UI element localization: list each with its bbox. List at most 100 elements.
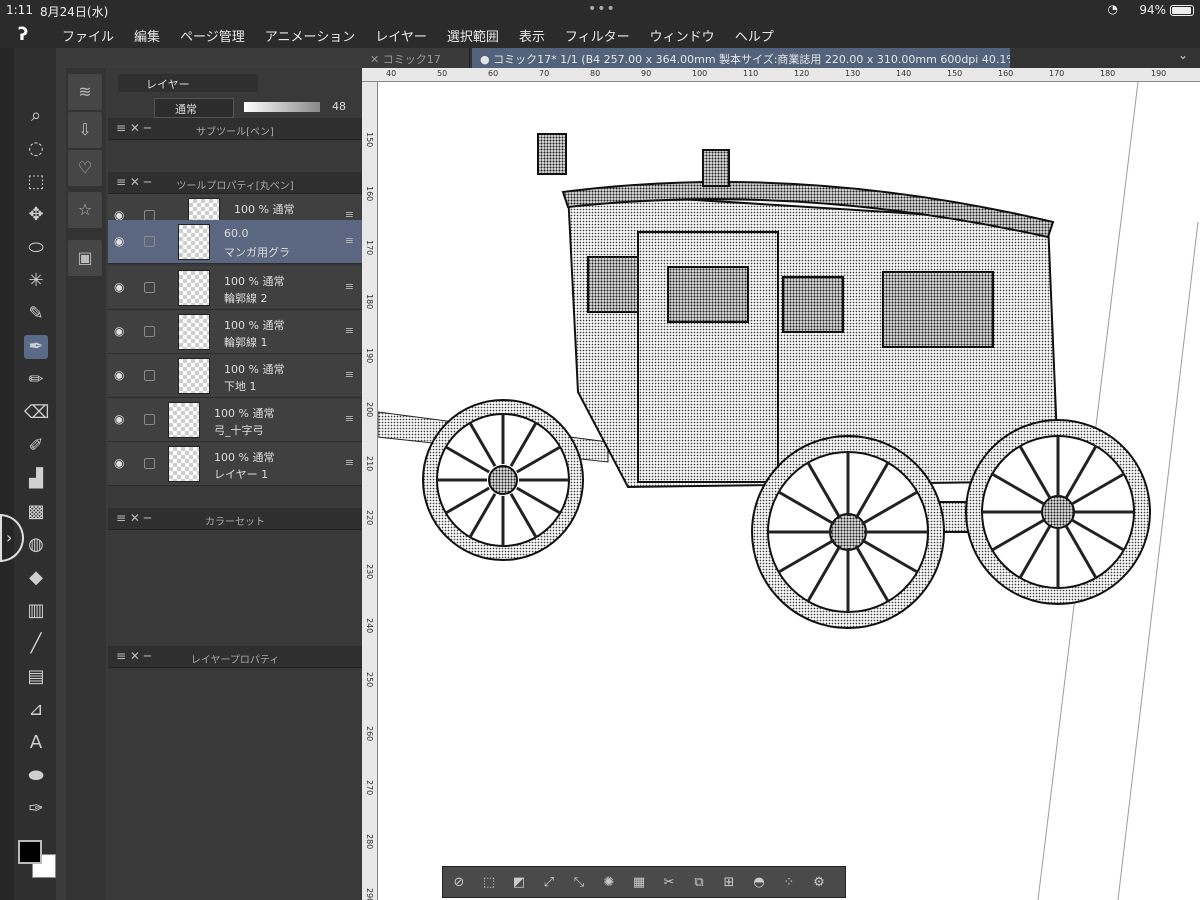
- subtool-panel-header[interactable]: ≡ ✕ ─ サブツール[ペン]: [108, 118, 362, 140]
- app-logo-icon[interactable]: ʔ: [18, 24, 38, 45]
- layer-menu-icon[interactable]: ≡: [345, 280, 354, 293]
- layer-row[interactable]: ◉ 100 % 通常 輪郭線 2 ≡: [108, 266, 362, 310]
- search-icon[interactable]: ⌕: [24, 104, 48, 128]
- deselect-icon[interactable]: ⊘: [449, 873, 469, 893]
- menu-item[interactable]: ウィンドウ: [650, 26, 715, 45]
- marquee-icon[interactable]: ⬭: [24, 236, 48, 260]
- menu-item[interactable]: ページ管理: [180, 26, 245, 45]
- layer-row[interactable]: ◉ 100 % 通常 弓_十字弓 ≡: [108, 398, 362, 442]
- ruler-tick-label: 290: [365, 888, 374, 900]
- layer-checkbox[interactable]: [144, 414, 155, 425]
- spread-icon[interactable]: ✺: [599, 873, 619, 893]
- layer-row[interactable]: ◉ 60.0 マンガ用グラ ≡: [108, 220, 362, 264]
- layer-menu-icon[interactable]: ≡: [345, 412, 354, 425]
- colorset-panel-header[interactable]: ≡ ✕ ─ カラーセット: [108, 508, 362, 530]
- menu-item[interactable]: 編集: [134, 26, 160, 45]
- opacity-value: 48: [332, 100, 346, 113]
- layer-row[interactable]: ◉ 100 % 通常 レイヤー 1 ≡: [108, 442, 362, 486]
- layer-checkbox[interactable]: [144, 282, 155, 293]
- menu-item[interactable]: アニメーション: [265, 26, 355, 45]
- chevron-down-icon[interactable]: ⌄: [1178, 48, 1188, 62]
- layer-checkbox[interactable]: [144, 370, 155, 381]
- text-icon[interactable]: A: [24, 731, 48, 755]
- layerprop-panel-header[interactable]: ≡ ✕ ─ レイヤープロパティ: [108, 646, 362, 668]
- eye-icon[interactable]: ◉: [114, 324, 124, 338]
- star-icon[interactable]: ☆: [68, 192, 102, 228]
- frame-icon[interactable]: ▤: [24, 665, 48, 689]
- layer-menu-icon[interactable]: ≡: [345, 368, 354, 381]
- layer-thumbnail: [168, 402, 200, 438]
- menu-item[interactable]: 表示: [519, 26, 545, 45]
- carriage-illustration: [378, 82, 1199, 900]
- menu-item[interactable]: 選択範囲: [447, 26, 499, 45]
- expand-icon[interactable]: ⤢: [539, 873, 559, 893]
- gradient-icon[interactable]: ▥: [24, 599, 48, 623]
- pencil-icon[interactable]: ✏: [24, 368, 48, 392]
- ruler-tick-label: 120: [794, 69, 810, 78]
- select-all-icon[interactable]: ⬚: [479, 873, 499, 893]
- tab-comic17-active[interactable]: ● コミック17* 1/1 (B4 257.00 x 364.00mm 製本サイ…: [472, 48, 1010, 68]
- layer-row[interactable]: ◉ 100 % 通常 下地 1 ≡: [108, 354, 362, 398]
- ruler-tick-label: 260: [365, 726, 374, 742]
- layer-row[interactable]: ◉ 100 % 通常 輪郭線 1 ≡: [108, 310, 362, 354]
- menu-item[interactable]: ファイル: [62, 26, 114, 45]
- eye-icon[interactable]: ◉: [114, 456, 124, 470]
- eye-icon[interactable]: ◉: [114, 412, 124, 426]
- pattern-icon[interactable]: ▩: [24, 500, 48, 524]
- multitask-dots-icon[interactable]: •••: [588, 1, 616, 17]
- magic-wand-icon[interactable]: ✳: [24, 269, 48, 293]
- download-icon[interactable]: ⇩: [68, 112, 102, 148]
- stamp-icon[interactable]: ▟: [24, 467, 48, 491]
- pen-icon[interactable]: ✒: [24, 335, 48, 359]
- ruler-tick-label: 230: [365, 564, 374, 580]
- toolprop-panel-header[interactable]: ≡ ✕ ─ ツールプロパティ[丸ペン]: [108, 172, 362, 194]
- menu-item[interactable]: フィルター: [565, 26, 630, 45]
- select-arrow-icon[interactable]: ⬚: [24, 170, 48, 194]
- layer-checkbox[interactable]: [144, 458, 155, 469]
- grid-select-icon[interactable]: ▦: [629, 873, 649, 893]
- ruler-top: 40 50 60 70 80 90 100 110 120 130 140 150 160 170 180 1…: [362, 68, 1200, 82]
- menu-item[interactable]: ヘルプ: [735, 26, 774, 45]
- drawing-canvas[interactable]: [378, 82, 1200, 900]
- blend-icon[interactable]: ◍: [24, 533, 48, 557]
- layer-checkbox[interactable]: [144, 326, 155, 337]
- balloon-icon[interactable]: ⬬: [24, 764, 48, 788]
- eraser-icon[interactable]: ⌫: [24, 401, 49, 425]
- menu-item[interactable]: レイヤー: [375, 26, 427, 45]
- blend-mode-select[interactable]: 通常: [154, 98, 234, 118]
- fill-selection-icon[interactable]: ◓: [749, 873, 769, 893]
- layer-name: 下地 1: [224, 380, 257, 393]
- eyedropper-icon[interactable]: ✎: [24, 302, 48, 326]
- correct-icon[interactable]: ✑: [24, 797, 48, 821]
- copy-icon[interactable]: ⧉: [689, 873, 709, 893]
- cut-icon[interactable]: ✂: [659, 873, 679, 893]
- lasso-icon[interactable]: ◌: [24, 137, 48, 161]
- eye-icon[interactable]: ◉: [114, 234, 124, 248]
- line-icon[interactable]: ╱: [24, 632, 48, 656]
- transform-icon[interactable]: ⊞: [719, 873, 739, 893]
- layer-tab[interactable]: レイヤー: [118, 74, 258, 92]
- layer-tab-label: レイヤー: [146, 78, 190, 91]
- tab-comic17[interactable]: ✕ コミック17: [362, 48, 470, 68]
- menu-bar: ʔ ファイル 編集 ページ管理 アニメーション レイヤー 選択範囲 表示 フィルター ウィンドウ…: [0, 22, 1200, 48]
- layer-menu-icon[interactable]: ≡: [345, 456, 354, 469]
- main-color-swatch[interactable]: [18, 840, 42, 864]
- move-icon[interactable]: ✥: [24, 203, 48, 227]
- fill-icon[interactable]: ◆: [24, 566, 48, 590]
- toolprop-title: ツールプロパティ[丸ペン]: [176, 181, 294, 192]
- shrink-icon[interactable]: ⤡: [569, 873, 589, 893]
- layer-checkbox[interactable]: [144, 236, 155, 247]
- layer-menu-icon[interactable]: ≡: [345, 234, 354, 247]
- brush-icon[interactable]: ✐: [24, 434, 48, 458]
- heart-icon[interactable]: ♡: [68, 150, 102, 186]
- settings-icon[interactable]: ⚙: [809, 873, 829, 893]
- dots-select-icon[interactable]: ⁘: [779, 873, 799, 893]
- archive-icon[interactable]: ▣: [68, 240, 102, 276]
- opacity-slider[interactable]: [244, 102, 320, 112]
- eye-icon[interactable]: ◉: [114, 280, 124, 294]
- eye-icon[interactable]: ◉: [114, 368, 124, 382]
- layer-stack-icon[interactable]: ≋: [68, 74, 102, 110]
- ruler-icon[interactable]: ⊿: [24, 698, 48, 722]
- invert-icon[interactable]: ◩: [509, 873, 529, 893]
- layer-menu-icon[interactable]: ≡: [345, 324, 354, 337]
